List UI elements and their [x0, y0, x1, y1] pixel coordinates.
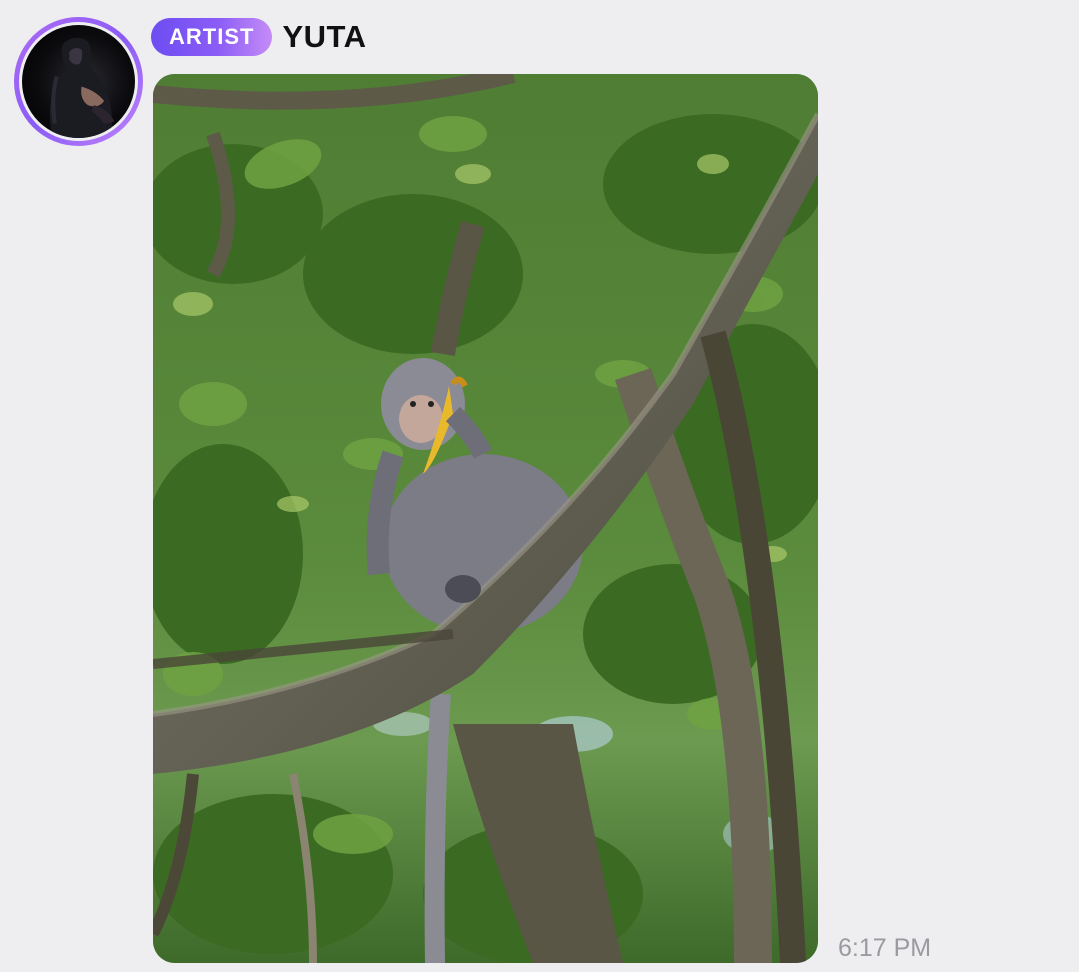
- avatar[interactable]: [14, 17, 143, 146]
- message-header: ARTIST YUTA: [151, 18, 367, 56]
- avatar-image: [22, 25, 135, 138]
- photo-attachment[interactable]: [153, 74, 818, 963]
- sender-name[interactable]: YUTA: [282, 19, 366, 55]
- avatar-figure-icon: [49, 37, 115, 138]
- chat-message-row: ARTIST YUTA 6:17 PM: [0, 0, 1079, 972]
- message-timestamp: 6:17 PM: [838, 934, 932, 962]
- avatar-gap: [19, 22, 138, 141]
- artist-badge: ARTIST: [151, 18, 273, 56]
- monkey-in-tree-photo-icon: [153, 74, 818, 963]
